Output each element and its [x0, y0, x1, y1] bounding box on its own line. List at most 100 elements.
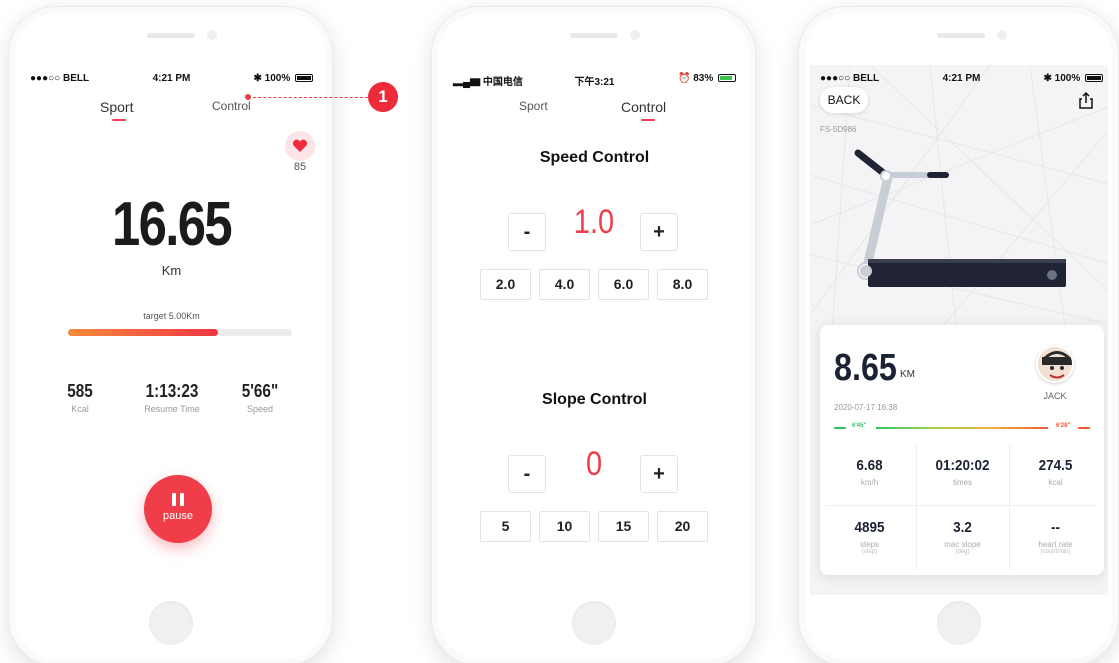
- speed-decrease-button[interactable]: -: [508, 213, 546, 251]
- stat-value: --: [1051, 519, 1060, 536]
- heart-icon: [285, 131, 315, 161]
- pace-range: 6'45" 6'28": [834, 423, 1090, 433]
- tab-sport[interactable]: Sport: [100, 99, 133, 115]
- device-id: FS-5D986: [820, 125, 857, 134]
- phone-speaker: [937, 33, 985, 38]
- target-progress-fill: [68, 329, 219, 336]
- share-icon[interactable]: [1076, 91, 1096, 111]
- pace-min-marker: [834, 427, 846, 429]
- summary-screen: ●●●○○ BELL 4:21 PM ✱ 100% BACK FS-5D986: [810, 65, 1108, 595]
- pace-min-label: 6'45": [852, 423, 867, 429]
- home-button[interactable]: [572, 601, 616, 645]
- stat-value: 01:20:02: [935, 457, 990, 474]
- callout-dashed-line: [248, 97, 368, 98]
- tab-bar: Sport Control: [443, 99, 746, 123]
- battery-icon: [1085, 74, 1103, 83]
- battery-indicator: ⏰ 83%: [678, 73, 736, 84]
- heart-rate-badge: 85: [285, 131, 315, 173]
- slope-decrease-button[interactable]: -: [508, 455, 546, 493]
- status-bar: ●●●○○ BELL 4:21 PM ✱ 100%: [20, 73, 323, 87]
- phone-camera: [630, 30, 640, 40]
- tab-bar: Sport Control: [20, 99, 323, 123]
- stat-heart-rate: -- heart rate (count/min): [1009, 507, 1102, 567]
- treadmill-illustration: [854, 149, 1066, 287]
- tab-control[interactable]: Control: [212, 99, 251, 113]
- battery-label: 100%: [1054, 73, 1081, 84]
- stat-value: 5'66": [241, 381, 279, 401]
- target-label: target 5.00Km: [143, 311, 200, 321]
- distance-value: 16.65: [111, 190, 233, 259]
- stat-label: km/h: [860, 478, 879, 487]
- active-tab-indicator: [641, 119, 655, 121]
- speed-preset-button[interactable]: 6.0: [598, 269, 649, 300]
- stat-steps: 4895 steps (step): [823, 507, 916, 567]
- home-button[interactable]: [937, 601, 981, 645]
- battery-label: 83%: [693, 73, 714, 84]
- speed-preset-button[interactable]: 2.0: [480, 269, 531, 300]
- battery-indicator: ✱ 100%: [1043, 73, 1103, 84]
- stat-kcal: 585 Kcal: [40, 381, 120, 414]
- status-bar: ▂▄▆ 中国电信 下午3:21 ⏰ 83%: [443, 73, 746, 88]
- slope-value: 0: [585, 445, 603, 483]
- phone-frame-sport: ●●●○○ BELL 4:21 PM ✱ 100% Sport Control …: [8, 6, 333, 663]
- back-button[interactable]: BACK: [820, 87, 868, 113]
- bluetooth-icon: ✱: [1043, 73, 1052, 84]
- stat-label: Resume Time: [144, 404, 200, 414]
- status-bar: ●●●○○ BELL 4:21 PM ✱ 100%: [810, 73, 1108, 87]
- user-name: JACK: [1043, 391, 1067, 401]
- slope-preset-button[interactable]: 10: [539, 511, 590, 542]
- phone-speaker: [147, 33, 195, 38]
- stat-label: Speed: [246, 404, 274, 414]
- phone-frame-control: ▂▄▆ 中国电信 下午3:21 ⏰ 83% Sport Control Spee…: [431, 6, 756, 663]
- slope-control-title: Slope Control: [542, 391, 647, 408]
- stat-label: kcal: [1048, 478, 1063, 487]
- slope-preset-button[interactable]: 20: [657, 511, 708, 542]
- speed-preset-button[interactable]: 8.0: [657, 269, 708, 300]
- stats-grid-divider-h: [826, 505, 1098, 506]
- stat-speed: 5'66" Speed: [220, 381, 300, 414]
- active-tab-indicator: [112, 119, 126, 121]
- callout-number-badge: 1: [368, 82, 398, 112]
- summary-date: 2020-07-17 16:38: [834, 403, 898, 412]
- stat-resume-time: 1:13:23 Resume Time: [132, 381, 212, 414]
- target-progress-bar: [68, 329, 292, 336]
- speed-preset-button[interactable]: 4.0: [539, 269, 590, 300]
- speed-increase-button[interactable]: +: [640, 213, 678, 251]
- control-screen: ▂▄▆ 中国电信 下午3:21 ⏰ 83% Sport Control Spee…: [443, 65, 746, 595]
- pause-button[interactable]: pause: [144, 475, 212, 543]
- stat-label: steps: [859, 540, 880, 549]
- stat-value: 585: [67, 381, 93, 401]
- stat-value: 4895: [854, 519, 885, 536]
- stat-value: 3.2: [953, 519, 972, 536]
- slope-preset-button[interactable]: 5: [480, 511, 531, 542]
- stat-value: 1:13:23: [145, 381, 199, 401]
- battery-icon: [295, 74, 313, 83]
- pace-gradient-bar: [876, 427, 1048, 429]
- stat-slope: 3.2 mac slope (deg): [916, 507, 1009, 567]
- pace-max-marker: [1078, 427, 1090, 429]
- pause-label: pause: [163, 510, 193, 522]
- slope-increase-button[interactable]: +: [640, 455, 678, 493]
- tab-control[interactable]: Control: [621, 99, 666, 115]
- home-button[interactable]: [149, 601, 193, 645]
- battery-indicator: ✱ 100%: [253, 73, 313, 84]
- tab-sport[interactable]: Sport: [519, 99, 548, 113]
- distance-unit: Km: [161, 263, 182, 278]
- speed-value: 1.0: [573, 203, 615, 241]
- stat-speed: 6.68 km/h: [823, 445, 916, 505]
- phone-frame-summary: ●●●○○ BELL 4:21 PM ✱ 100% BACK FS-5D986: [798, 6, 1119, 663]
- workout-summary-card: 8.65 KM 2020-07-17 16:38 JACK 6'45" 6'28…: [820, 325, 1104, 575]
- phone-speaker: [570, 33, 618, 38]
- alarm-icon: ⏰: [677, 73, 691, 84]
- pause-icon: [172, 493, 184, 506]
- speed-control-title: Speed Control: [539, 149, 650, 166]
- sport-screen: ●●●○○ BELL 4:21 PM ✱ 100% Sport Control …: [20, 65, 323, 595]
- stat-value: 274.5: [1038, 457, 1073, 474]
- stat-label: heart rate: [1038, 540, 1073, 549]
- summary-distance-unit: KM: [900, 369, 915, 380]
- battery-label: 100%: [264, 73, 291, 84]
- summary-distance: 8.65: [834, 347, 897, 389]
- bluetooth-icon: ✱: [253, 73, 262, 84]
- slope-preset-button[interactable]: 15: [598, 511, 649, 542]
- battery-icon: [718, 74, 736, 83]
